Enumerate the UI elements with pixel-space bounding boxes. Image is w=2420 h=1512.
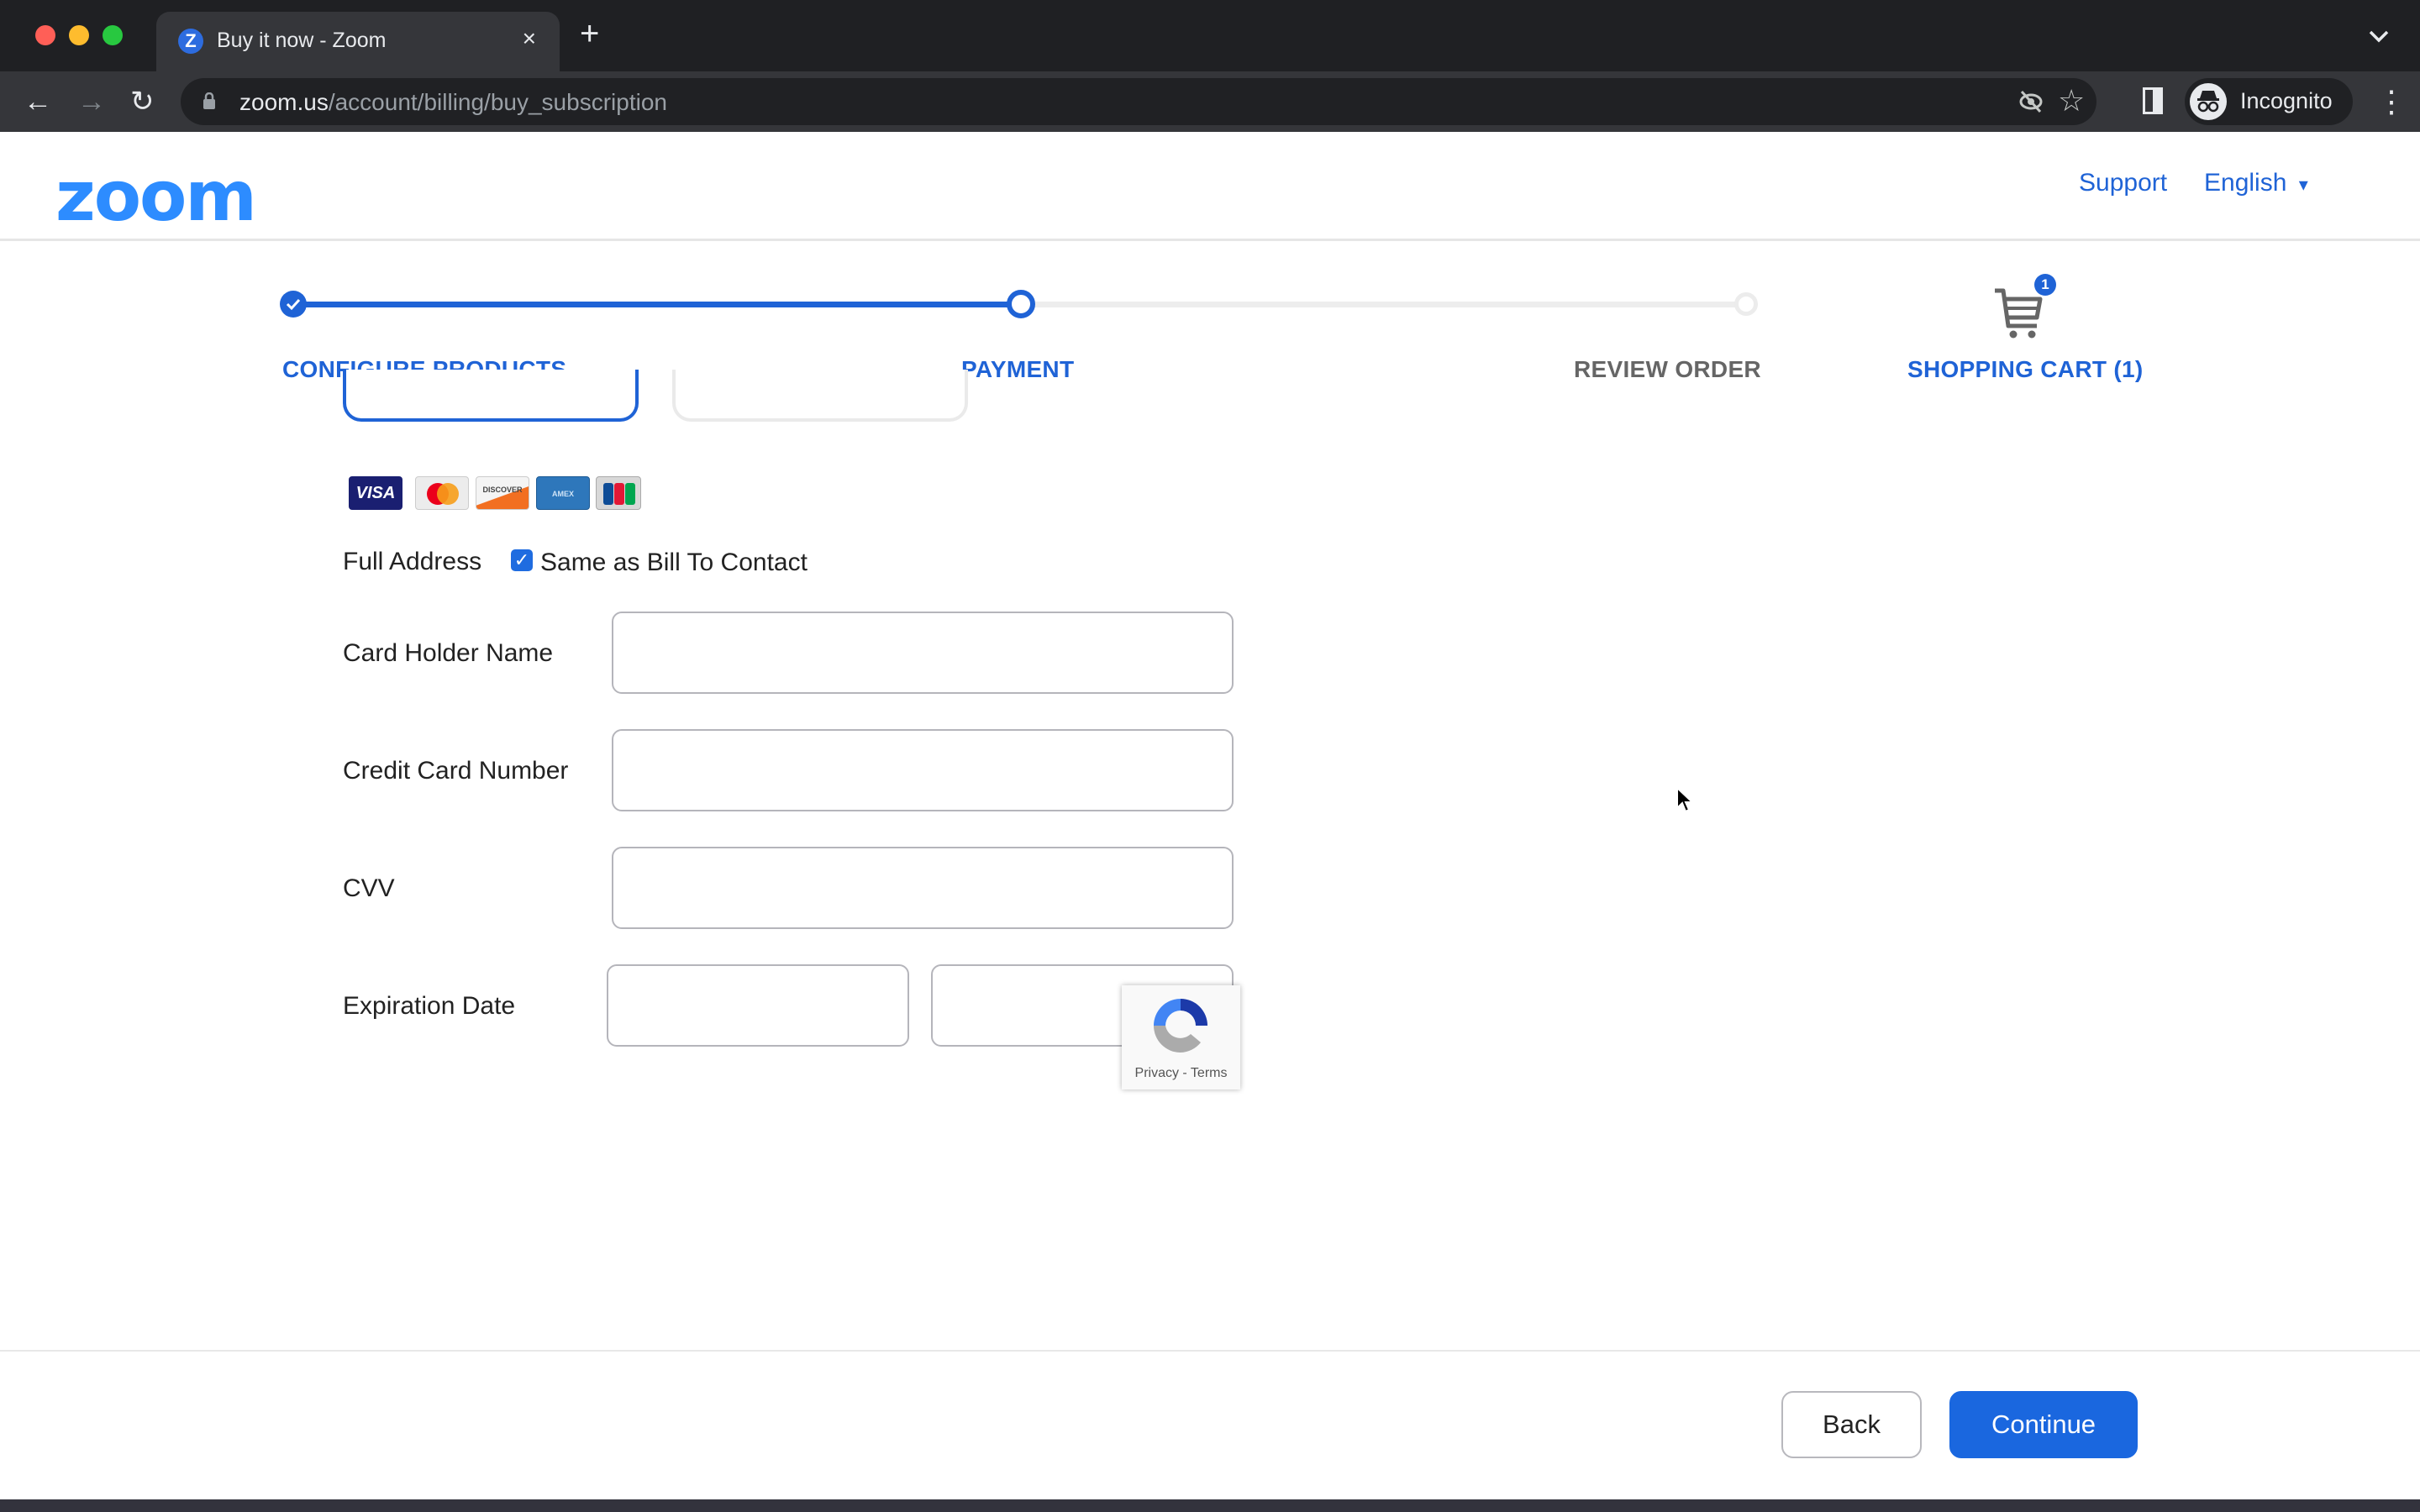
- shopping-cart-link[interactable]: SHOPPING CART (1): [1907, 356, 2143, 383]
- stepper-progress-complete: [293, 302, 1021, 307]
- step-complete-check-icon: [280, 291, 307, 318]
- side-panel-icon[interactable]: [2143, 87, 2163, 114]
- footer-divider: [0, 1350, 2420, 1352]
- url-text: zoom.us/account/billing/buy_subscription: [239, 89, 667, 116]
- continue-button[interactable]: Continue: [1949, 1391, 2138, 1458]
- language-label: English: [2204, 169, 2287, 197]
- url-host: zoom.us: [239, 89, 329, 115]
- visa-card-icon: VISA: [349, 476, 402, 510]
- step-payment[interactable]: PAYMENT: [961, 356, 1074, 383]
- site-header: zoom Support English ▾: [0, 132, 2420, 241]
- zoom-favicon-icon: Z: [178, 29, 203, 54]
- step-current-dot: [1007, 290, 1035, 318]
- jcb-card-icon: [596, 476, 641, 510]
- recaptcha-badge[interactable]: Privacy - Terms: [1122, 985, 1240, 1089]
- back-nav-icon[interactable]: ←: [24, 85, 52, 118]
- step-review-order: REVIEW ORDER: [1574, 356, 1761, 382]
- window-maximize-button[interactable]: [103, 25, 123, 45]
- card-holder-name-input[interactable]: [612, 612, 1234, 694]
- incognito-icon: [2190, 83, 2227, 120]
- payment-method-tab-other[interactable]: [672, 370, 968, 422]
- incognito-profile-button[interactable]: Incognito: [2185, 78, 2353, 125]
- recaptcha-privacy-terms-link[interactable]: Privacy - Terms: [1122, 1066, 1240, 1081]
- browser-tab[interactable]: Z Buy it now - Zoom ×: [156, 12, 560, 72]
- browser-tab-bar: Z Buy it now - Zoom × +: [0, 0, 2420, 72]
- shopping-cart-icon[interactable]: [1993, 286, 2044, 344]
- tab-title: Buy it now - Zoom: [217, 29, 387, 52]
- window-minimize-button[interactable]: [69, 25, 89, 45]
- expiration-date-label: Expiration Date: [343, 992, 516, 1020]
- card-holder-name-label: Card Holder Name: [343, 639, 554, 667]
- cvv-input[interactable]: [612, 847, 1234, 929]
- close-tab-icon[interactable]: ×: [523, 25, 536, 52]
- reload-icon[interactable]: ↻: [130, 85, 155, 118]
- support-link[interactable]: Support: [2079, 169, 2167, 197]
- browser-menu-icon[interactable]: ⋮: [2376, 85, 2407, 118]
- incognito-label: Incognito: [2240, 88, 2333, 113]
- mastercard-card-icon: [415, 476, 469, 510]
- stepper-progress-remaining: [1021, 302, 1746, 307]
- address-bar[interactable]: zoom.us/account/billing/buy_subscription…: [181, 78, 2096, 125]
- recaptcha-icon: [1154, 999, 1207, 1053]
- full-address-label: Full Address: [343, 548, 482, 575]
- tab-list-chevron-icon[interactable]: [2368, 24, 2390, 50]
- discover-card-icon: DISCOVER: [476, 476, 529, 510]
- credit-card-number-input[interactable]: [612, 729, 1234, 811]
- bookmark-star-icon[interactable]: ☆: [2058, 83, 2085, 118]
- expiration-month-select[interactable]: [607, 964, 909, 1047]
- zoom-logo[interactable]: zoom: [55, 157, 257, 237]
- window-close-button[interactable]: [35, 25, 55, 45]
- new-tab-button[interactable]: +: [580, 17, 599, 50]
- language-selector[interactable]: English ▾: [2204, 169, 2308, 197]
- forward-nav-icon[interactable]: →: [77, 85, 106, 118]
- same-as-bill-checkbox[interactable]: ✓: [511, 549, 533, 571]
- credit-card-number-label: Credit Card Number: [343, 757, 569, 785]
- browser-toolbar: ← → ↻ zoom.us/account/billing/buy_subscr…: [0, 71, 2420, 132]
- cart-count-badge: 1: [2034, 274, 2056, 296]
- same-as-bill-label[interactable]: Same as Bill To Contact: [540, 549, 808, 577]
- payment-method-tab-card[interactable]: [343, 370, 639, 422]
- amex-card-icon: AMEX: [536, 476, 590, 510]
- mouse-cursor-icon: [1676, 785, 1696, 819]
- step-upcoming-dot: [1734, 292, 1758, 316]
- lock-icon: [203, 92, 215, 109]
- language-caret-icon: ▾: [2298, 174, 2308, 195]
- window-bottom-edge: [0, 1499, 2420, 1512]
- url-path: /account/billing/buy_subscription: [328, 89, 667, 115]
- back-button[interactable]: Back: [1781, 1391, 1922, 1458]
- cvv-label: CVV: [343, 874, 395, 902]
- tracking-protection-eye-off-icon[interactable]: [2018, 88, 2044, 122]
